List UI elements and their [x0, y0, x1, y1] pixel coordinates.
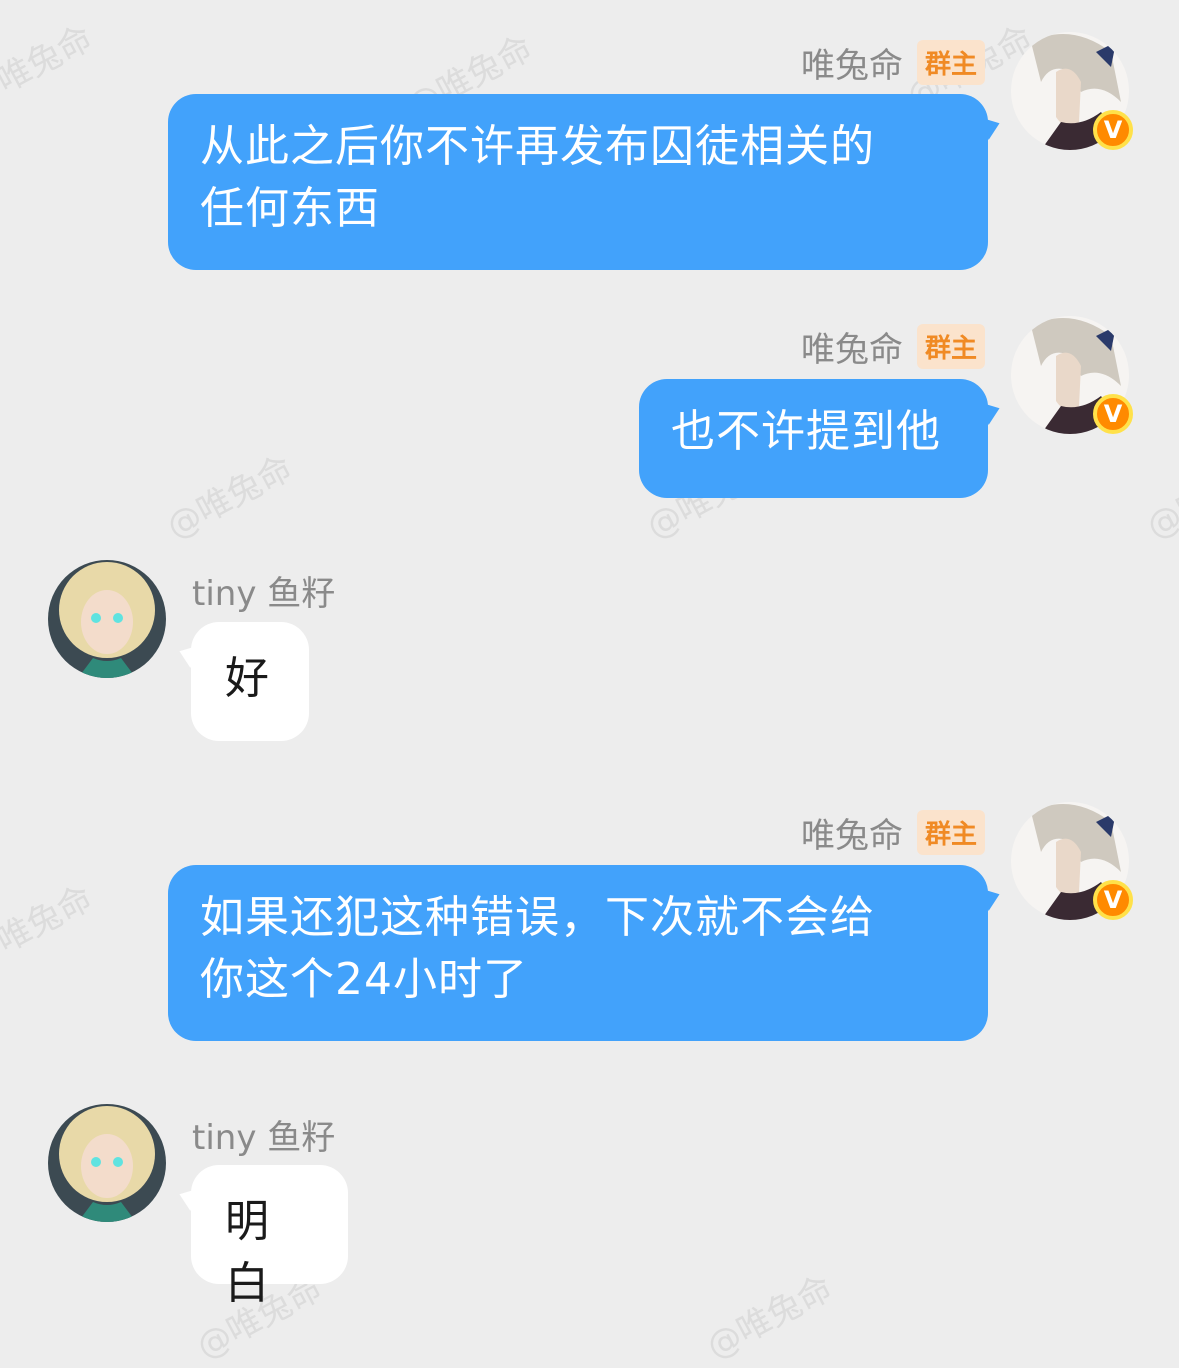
- sender-row: tiny 鱼籽: [192, 1110, 335, 1159]
- watermark: @唯兔命: [1140, 448, 1179, 548]
- sender-name: tiny 鱼籽: [192, 574, 336, 614]
- owner-avatar[interactable]: V: [1011, 316, 1133, 434]
- avatar-member-icon: [48, 560, 166, 678]
- message-text: 好: [225, 653, 270, 704]
- message-bubble[interactable]: 好: [191, 622, 309, 741]
- member-avatar[interactable]: [48, 560, 166, 678]
- message-text: 任何东西: [200, 183, 380, 234]
- message-bubble[interactable]: 如果还犯这种错误，下次就不会给 你这个24小时了: [168, 865, 988, 1041]
- sender-name: 唯兔命: [800, 330, 903, 370]
- watermark: @唯兔命: [700, 1268, 840, 1368]
- sender-row: 唯兔命 群主: [801, 38, 985, 87]
- sender-name: 唯兔命: [800, 46, 903, 86]
- verified-v-icon: V: [1093, 880, 1133, 920]
- avatar-member-icon: [48, 1104, 166, 1222]
- owner-badge: 群主: [916, 810, 985, 855]
- message-bubble[interactable]: 从此之后你不许再发布囚徒相关的 任何东西: [168, 94, 988, 270]
- owner-badge: 群主: [916, 324, 985, 369]
- owner-avatar[interactable]: V: [1011, 802, 1133, 920]
- sender-row: 唯兔命 群主: [801, 322, 985, 371]
- message-text: 你这个24小时了: [200, 954, 528, 1005]
- watermark: @唯兔命: [0, 878, 100, 978]
- watermark: @唯兔命: [0, 18, 100, 118]
- message-text: 如果还犯这种错误，下次就不会给: [200, 892, 875, 943]
- member-avatar[interactable]: [48, 1104, 166, 1222]
- message-bubble[interactable]: 明白: [191, 1165, 348, 1309]
- watermark: @唯兔命: [160, 448, 300, 548]
- verified-v-icon: V: [1093, 110, 1133, 150]
- verified-v-icon: V: [1093, 394, 1133, 434]
- sender-row: 唯兔命 群主: [801, 808, 985, 857]
- message-text: 从此之后你不许再发布囚徒相关的: [200, 121, 875, 172]
- owner-avatar[interactable]: V: [1011, 32, 1133, 150]
- message-text: 明白: [225, 1196, 270, 1309]
- owner-badge: 群主: [916, 40, 985, 85]
- sender-name: 唯兔命: [800, 816, 903, 856]
- message-text: 也不许提到他: [671, 406, 941, 457]
- sender-name: tiny 鱼籽: [192, 1118, 336, 1158]
- sender-row: tiny 鱼籽: [192, 566, 335, 615]
- message-bubble[interactable]: 也不许提到他: [639, 379, 988, 498]
